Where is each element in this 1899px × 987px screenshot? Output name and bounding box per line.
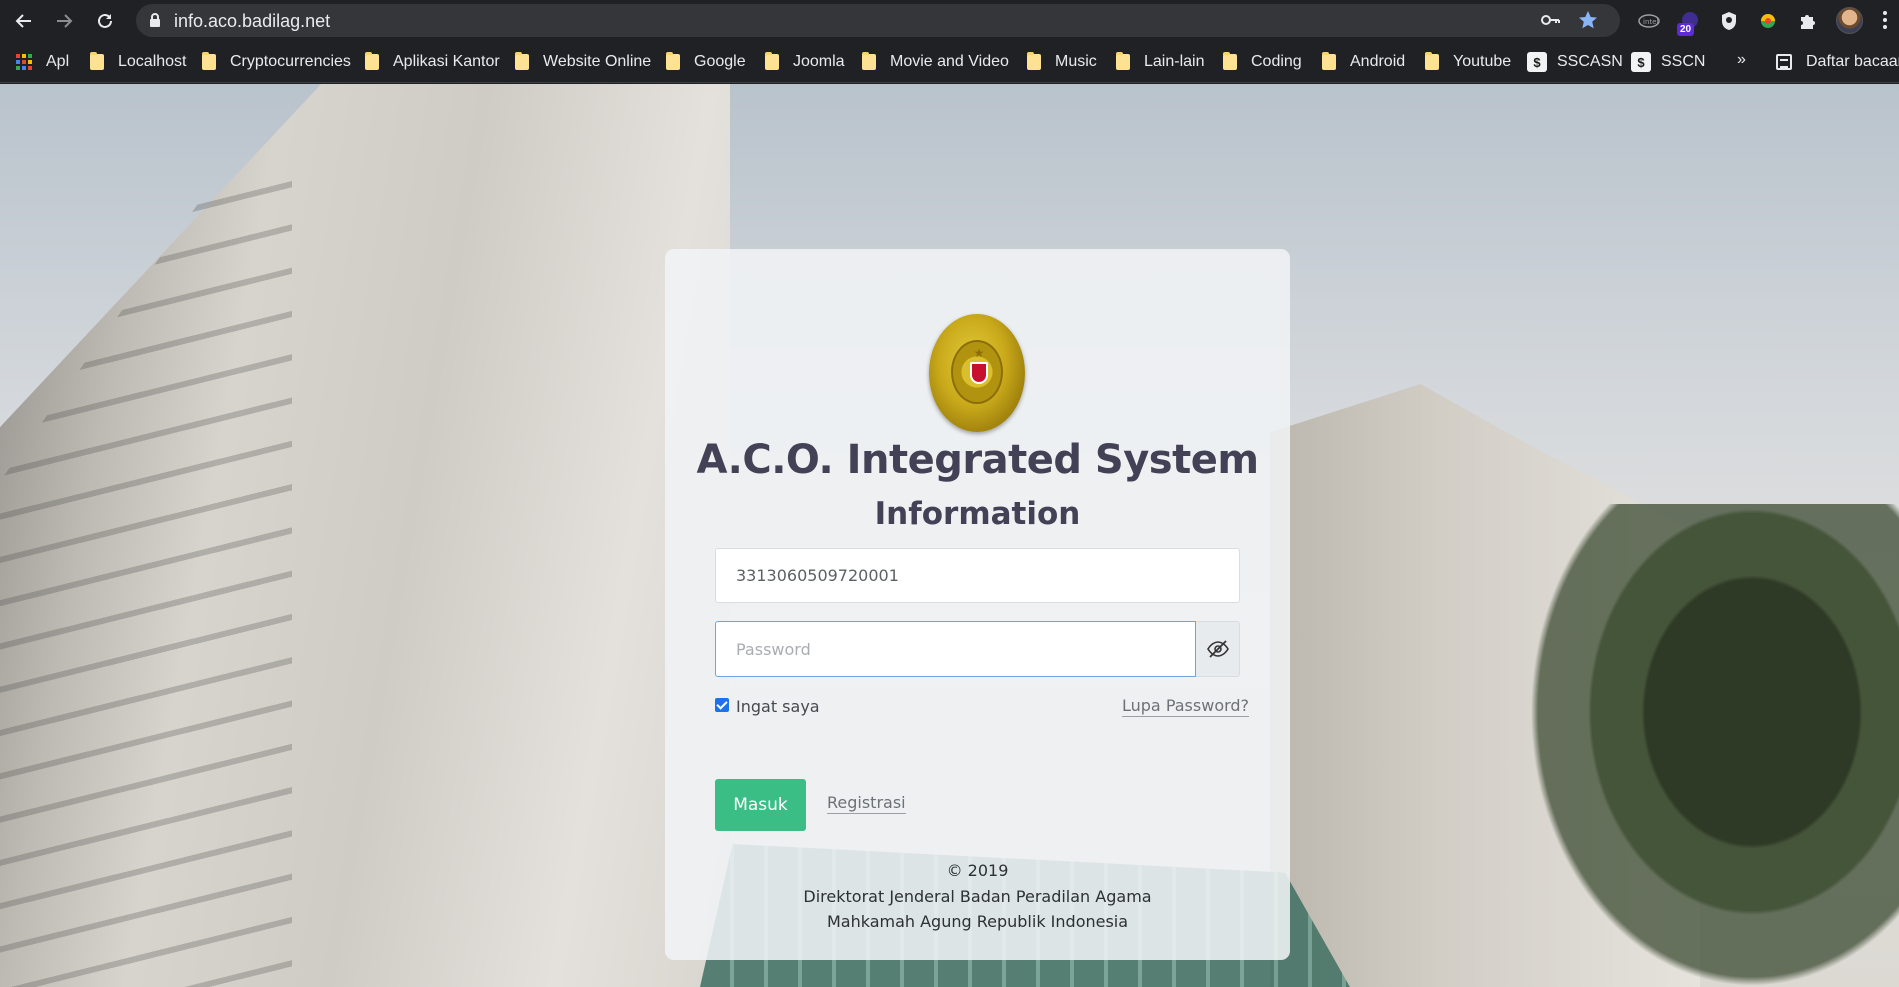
- reload-icon: [98, 13, 112, 28]
- arrow-left-icon: [15, 14, 31, 28]
- colorful-extension-icon[interactable]: [1755, 8, 1781, 34]
- register-link[interactable]: Registrasi: [827, 793, 906, 814]
- reload-button[interactable]: [91, 7, 119, 35]
- intel-extension-icon[interactable]: intel: [1636, 8, 1662, 34]
- bookmark-sscasn[interactable]: $ SSCASN: [1527, 51, 1623, 73]
- bookmark-movie-and-video[interactable]: Movie and Video: [862, 51, 1009, 73]
- folder-icon: [1027, 52, 1041, 70]
- arrow-right-icon: [57, 14, 73, 28]
- reading-list-button[interactable]: Daftar bacaan: [1776, 51, 1899, 73]
- url-text: info.aco.badilag.net: [174, 11, 331, 31]
- bookmark-localhost[interactable]: Localhost: [90, 51, 187, 73]
- address-bar[interactable]: info.aco.badilag.net: [136, 4, 1620, 37]
- forgot-password-link[interactable]: Lupa Password?: [1122, 696, 1250, 717]
- background-tree: [1500, 504, 1899, 987]
- folder-icon: [365, 52, 379, 70]
- lock-icon: [150, 13, 160, 27]
- court-seal-logo: ★: [929, 314, 1025, 432]
- browser-toolbar: info.aco.badilag.net intel 20: [0, 0, 1899, 41]
- eye-slash-icon: [1206, 640, 1229, 658]
- footer-institution: Mahkamah Agung Republik Indonesia: [826, 912, 1129, 931]
- bookmark-google[interactable]: Google: [666, 51, 746, 73]
- folder-icon: [515, 52, 529, 70]
- toggle-password-visibility-button[interactable]: [1196, 621, 1240, 677]
- site-favicon-icon: $: [1527, 52, 1547, 72]
- profile-avatar[interactable]: [1836, 7, 1863, 34]
- folder-icon: [90, 52, 104, 70]
- shield-extension-icon[interactable]: [1716, 8, 1742, 34]
- folder-icon: [1322, 52, 1336, 70]
- remember-me-label: Ingat saya: [736, 696, 820, 716]
- bookmark-joomla[interactable]: Joomla: [765, 51, 845, 73]
- folder-icon: [1223, 52, 1237, 70]
- login-button[interactable]: Masuk: [715, 779, 806, 831]
- apps-grid-icon: [16, 54, 32, 70]
- folder-icon: [1116, 52, 1130, 70]
- page-title: A.C.O. Integrated System: [696, 437, 1259, 483]
- bookmark-star-icon[interactable]: [1578, 10, 1598, 30]
- bookmark-cryptocurrencies[interactable]: Cryptocurrencies: [202, 51, 351, 73]
- bookmark-sscn[interactable]: $ SSCN: [1631, 51, 1705, 73]
- page-subtitle: Information: [874, 496, 1081, 532]
- site-favicon-icon: $: [1631, 52, 1651, 72]
- reading-list-icon: [1776, 54, 1792, 70]
- remember-me[interactable]: Ingat saya: [715, 695, 820, 717]
- page-background: ★ A.C.O. Integrated System Information I…: [0, 84, 1899, 987]
- footer-organization: Direktorat Jenderal Badan Peradilan Agam…: [803, 886, 1152, 906]
- folder-icon: [202, 52, 216, 70]
- username-input[interactable]: [715, 548, 1240, 603]
- puzzle-extensions-icon[interactable]: [1795, 8, 1821, 34]
- more-bookmarks-icon[interactable]: »: [1737, 51, 1746, 69]
- bookmark-youtube[interactable]: Youtube: [1425, 51, 1511, 73]
- forward-button[interactable]: [50, 7, 78, 35]
- extension-badge: 20: [1677, 23, 1695, 36]
- folder-icon: [862, 52, 876, 70]
- password-input[interactable]: [715, 621, 1196, 677]
- bookmark-lain-lain[interactable]: Lain-lain: [1116, 51, 1204, 73]
- footer-copyright: © 2019: [946, 861, 1009, 880]
- folder-icon: [666, 52, 680, 70]
- folder-icon: [1425, 52, 1439, 70]
- bookmarks-bar: Apl Localhost Cryptocurrencies Aplikasi …: [0, 41, 1899, 83]
- key-icon[interactable]: [1540, 11, 1560, 29]
- bookmark-website-online[interactable]: Website Online: [515, 51, 651, 73]
- bookmark-android[interactable]: Android: [1322, 51, 1405, 73]
- svg-text:intel: intel: [1643, 18, 1658, 26]
- bookmark-apps[interactable]: Apl: [16, 51, 69, 73]
- folder-icon: [765, 52, 779, 70]
- login-card: ★ A.C.O. Integrated System Information I…: [665, 249, 1290, 960]
- footer: © 2019 Direktorat Jenderal Badan Peradil…: [665, 858, 1290, 935]
- browser-menu-icon[interactable]: [1883, 11, 1887, 32]
- bookmark-coding[interactable]: Coding: [1223, 51, 1302, 73]
- bookmark-music[interactable]: Music: [1027, 51, 1097, 73]
- back-button[interactable]: [10, 7, 38, 35]
- remember-me-checkbox[interactable]: [715, 698, 729, 712]
- bookmark-aplikasi-kantor[interactable]: Aplikasi Kantor: [365, 51, 500, 73]
